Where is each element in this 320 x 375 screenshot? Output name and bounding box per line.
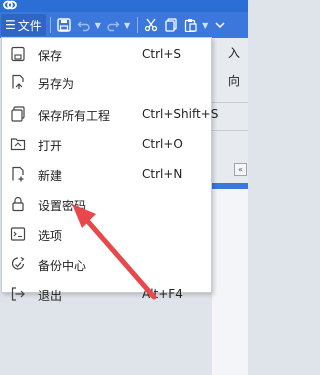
menu-item-label: 设置密码 (38, 199, 87, 213)
app-logo-icon (3, 0, 17, 10)
menu-item-label: 保存所有工程 (38, 109, 111, 123)
ribbon-partial-label: 入 (228, 46, 241, 60)
menu-item-exit[interactable]: 退出 Alt+F4 (2, 281, 211, 308)
collapse-panel-icon[interactable]: « (234, 163, 247, 176)
menu-item-save[interactable]: 保存 Ctrl+S (2, 41, 211, 68)
menu-item-label: 另存为 (38, 77, 75, 91)
options-icon (10, 227, 26, 241)
save-icon[interactable] (55, 16, 73, 34)
menu-item-save-all[interactable]: 保存所有工程 Ctrl+Shift+S (2, 101, 218, 128)
hamburger-icon: ☰ (5, 18, 16, 32)
menu-item-shortcut: Ctrl+O (142, 137, 183, 151)
exit-icon (11, 287, 25, 301)
backup-icon (11, 257, 25, 270)
menu-item-new[interactable]: 新建 Ctrl+N (2, 161, 211, 188)
divider (212, 130, 248, 131)
menu-item-backup-center[interactable]: 备份中心 (2, 251, 211, 278)
menu-item-shortcut: Ctrl+Shift+S (142, 107, 219, 121)
title-bar (0, 0, 248, 12)
file-menu-label: 文件 (17, 18, 42, 33)
open-folder-icon (10, 138, 26, 151)
menu-item-label: 备份中心 (38, 259, 87, 273)
divider (212, 102, 248, 103)
menu-item-label: 打开 (38, 139, 63, 153)
menu-item-label: 选项 (38, 229, 63, 243)
menu-item-label: 保存 (38, 49, 63, 63)
cut-icon[interactable] (142, 16, 160, 34)
redo-icon[interactable] (104, 16, 122, 34)
menu-item-save-as[interactable]: 另存为 (2, 69, 211, 96)
menu-item-options[interactable]: 选项 (2, 221, 211, 248)
menu-item-label: 新建 (38, 169, 63, 183)
save-icon (11, 46, 25, 62)
paste-icon[interactable] (182, 16, 200, 34)
undo-dropdown-icon[interactable]: ▼ (95, 21, 101, 30)
menu-item-shortcut: Ctrl+N (142, 167, 183, 181)
copy-icon[interactable] (162, 16, 180, 34)
toolbar: ☰ 文件 ▼ ▼ ▼ (0, 12, 248, 38)
file-dropdown-menu: 保存 Ctrl+S 另存为 保存所有工程 Ctrl+Shift+S 打开 Ctr… (1, 37, 218, 303)
menu-item-open[interactable]: 打开 Ctrl+O (2, 131, 211, 158)
new-file-icon (12, 166, 24, 182)
ribbon-partial-label: 向 (228, 74, 241, 88)
file-menu-button[interactable]: ☰ 文件 (1, 14, 46, 36)
toolbar-separator (137, 17, 139, 33)
menu-item-set-password[interactable]: 设置密码 (2, 191, 211, 218)
save-as-icon (12, 74, 24, 89)
lock-icon (12, 196, 24, 212)
undo-icon[interactable] (75, 16, 93, 34)
paste-dropdown-icon[interactable]: ▼ (202, 21, 208, 30)
save-all-icon (11, 106, 25, 122)
workspace-area (212, 189, 248, 375)
redo-dropdown-icon[interactable]: ▼ (124, 21, 130, 30)
more-icon[interactable] (211, 16, 229, 34)
menu-item-label: 退出 (38, 289, 63, 303)
menu-item-shortcut: Alt+F4 (142, 287, 183, 301)
toolbar-separator (49, 17, 51, 33)
menu-item-shortcut: Ctrl+S (142, 47, 182, 61)
